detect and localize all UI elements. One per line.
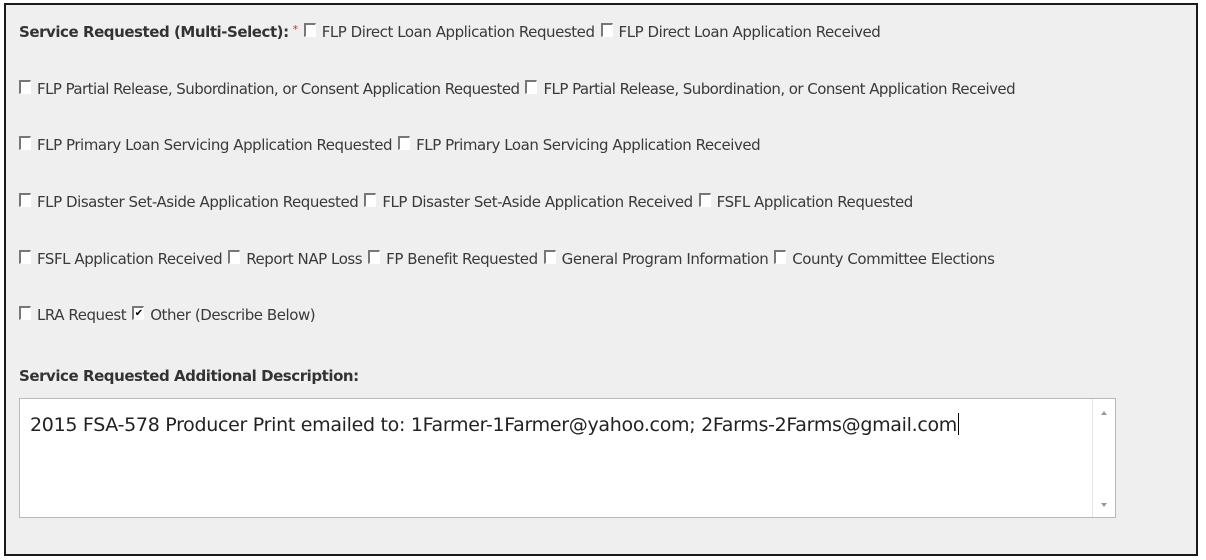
checkbox-icon[interactable]: [19, 80, 31, 94]
checkbox-icon[interactable]: [774, 250, 787, 264]
additional-description-label: Service Requested Additional Description…: [19, 367, 359, 385]
option-label: Other (Describe Below): [150, 306, 316, 324]
scroll-down-arrow-icon[interactable]: [1101, 503, 1107, 507]
textarea-scrollbar[interactable]: [1092, 399, 1115, 517]
text-caret: [958, 413, 960, 435]
checkbox-icon[interactable]: [398, 136, 411, 150]
checkbox-icon[interactable]: [19, 136, 31, 150]
option-label: FLP Direct Loan Application Requested: [321, 23, 595, 41]
option-flp-partial-release-received[interactable]: FLP Partial Release, Subordination, or C…: [525, 80, 1016, 98]
option-label: FSFL Application Requested: [716, 193, 914, 211]
option-label: FLP Partial Release, Subordination, or C…: [543, 80, 1016, 98]
checkbox-icon[interactable]: [698, 193, 711, 207]
option-lra-request[interactable]: LRA Request: [19, 306, 127, 324]
service-requested-label: Service Requested (Multi-Select):: [19, 23, 289, 41]
option-label: FLP Partial Release, Subordination, or C…: [37, 80, 520, 98]
option-label: FLP Disaster Set-Aside Application Reque…: [37, 193, 359, 211]
option-flp-disaster-set-aside-requested[interactable]: FLP Disaster Set-Aside Application Reque…: [19, 193, 359, 211]
option-flp-direct-loan-received[interactable]: FLP Direct Loan Application Received: [600, 23, 881, 41]
option-fsfl-application-received[interactable]: FSFL Application Received: [19, 250, 223, 268]
scroll-up-arrow-icon[interactable]: [1101, 411, 1107, 415]
option-label: FLP Primary Loan Servicing Application R…: [416, 136, 761, 154]
option-flp-primary-loan-servicing-requested[interactable]: FLP Primary Loan Servicing Application R…: [19, 136, 393, 154]
service-row-2: FLP Partial Release, Subordination, or C…: [19, 77, 1021, 101]
service-row-6: LRA Request ✔ Other (Describe Below): [19, 303, 321, 327]
service-row-1: Service Requested (Multi-Select): * FLP …: [19, 20, 886, 44]
additional-description-textarea[interactable]: 2015 FSA-578 Producer Print emailed to: …: [19, 398, 1116, 518]
checkbox-icon[interactable]: [19, 250, 31, 264]
option-label: County Committee Elections: [792, 250, 995, 268]
service-row-4: FLP Disaster Set-Aside Application Reque…: [19, 190, 919, 214]
option-label: FLP Primary Loan Servicing Application R…: [37, 136, 393, 154]
checkbox-icon[interactable]: [543, 250, 556, 264]
option-report-nap-loss[interactable]: Report NAP Loss: [228, 250, 363, 268]
option-general-program-information[interactable]: General Program Information: [543, 250, 769, 268]
checkbox-icon[interactable]: [228, 250, 241, 264]
option-fsfl-application-requested[interactable]: FSFL Application Requested: [698, 193, 914, 211]
checkbox-icon[interactable]: [600, 23, 613, 37]
additional-description-value: 2015 FSA-578 Producer Print emailed to: …: [30, 413, 960, 436]
service-row-3: FLP Primary Loan Servicing Application R…: [19, 133, 766, 157]
option-county-committee-elections[interactable]: County Committee Elections: [774, 250, 995, 268]
checkbox-icon[interactable]: [303, 23, 316, 37]
checkbox-icon[interactable]: [19, 193, 31, 207]
option-flp-disaster-set-aside-received[interactable]: FLP Disaster Set-Aside Application Recei…: [364, 193, 693, 211]
option-flp-primary-loan-servicing-received[interactable]: FLP Primary Loan Servicing Application R…: [398, 136, 761, 154]
option-flp-direct-loan-requested[interactable]: FLP Direct Loan Application Requested: [303, 23, 595, 41]
checkbox-icon[interactable]: [19, 306, 31, 320]
option-label: FP Benefit Requested: [386, 250, 538, 268]
option-flp-partial-release-requested[interactable]: FLP Partial Release, Subordination, or C…: [19, 80, 520, 98]
checkbox-icon[interactable]: [364, 193, 377, 207]
option-fp-benefit-requested[interactable]: FP Benefit Requested: [368, 250, 538, 268]
option-label: FLP Direct Loan Application Received: [618, 23, 881, 41]
option-label: FLP Disaster Set-Aside Application Recei…: [382, 193, 693, 211]
checkbox-checked-icon[interactable]: ✔: [132, 306, 145, 320]
checkbox-icon[interactable]: [368, 250, 381, 264]
service-row-5: FSFL Application Received Report NAP Los…: [19, 247, 1000, 271]
option-label: General Program Information: [561, 250, 769, 268]
option-other-describe-below[interactable]: ✔ Other (Describe Below): [132, 306, 316, 324]
option-label: LRA Request: [37, 306, 127, 324]
service-request-form: Service Requested (Multi-Select): * FLP …: [4, 3, 1198, 556]
required-marker: *: [292, 22, 299, 36]
checkbox-icon[interactable]: [525, 80, 538, 94]
option-label: Report NAP Loss: [246, 250, 363, 268]
option-label: FSFL Application Received: [37, 250, 223, 268]
